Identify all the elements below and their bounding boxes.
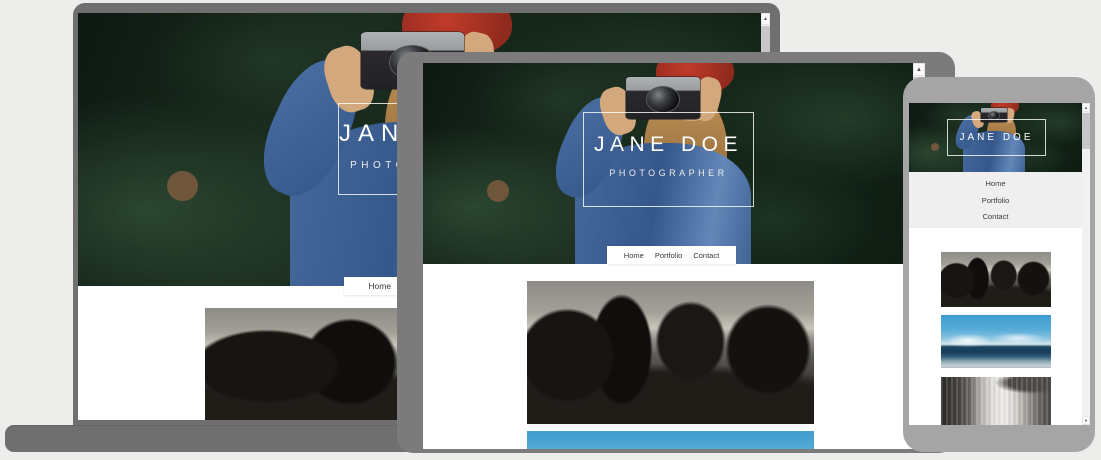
- tablet-hero-titlebox: JANE DOE PHOTOGRAPHER: [583, 112, 754, 207]
- site-title: JANE DOE: [584, 133, 753, 157]
- gallery-image-seascape-rocks[interactable]: [527, 281, 814, 424]
- nav-link-portfolio[interactable]: Portfolio: [655, 251, 683, 260]
- scroll-up-button[interactable]: ▲: [761, 13, 770, 25]
- gallery-image-seascape-rocks[interactable]: [941, 252, 1051, 307]
- nav-link-contact[interactable]: Contact: [693, 251, 719, 260]
- pinecone: [931, 143, 939, 151]
- site-subtitle: PHOTOGRAPHER: [584, 168, 753, 178]
- site-title: JANE DOE: [959, 132, 1033, 143]
- nav-link-portfolio[interactable]: Portfolio: [982, 196, 1010, 205]
- nav-link-contact[interactable]: Contact: [983, 212, 1009, 221]
- nav-link-home[interactable]: Home: [985, 179, 1005, 188]
- scroll-up-button[interactable]: ▲: [1082, 103, 1090, 112]
- scrollbar-track[interactable]: [1082, 149, 1090, 416]
- scroll-down-button[interactable]: ▼: [1082, 416, 1090, 425]
- phone-navbar: Home Portfolio Contact: [909, 172, 1082, 228]
- phone-scrollbar[interactable]: ▲ ▼: [1082, 103, 1090, 425]
- pinecone: [487, 180, 509, 202]
- pinecone: [167, 171, 198, 201]
- responsive-preview-stage: JANE DOE PHOTOGRAPHER Home Portfolio Con…: [0, 0, 1101, 460]
- gallery-image-ocean-horizon[interactable]: [527, 431, 814, 449]
- nav-link-home[interactable]: Home: [368, 281, 391, 291]
- scroll-up-button[interactable]: ▲: [913, 63, 925, 76]
- tablet-navbar: Home Portfolio Contact: [607, 246, 736, 264]
- tablet-screen: JANE DOE PHOTOGRAPHER Home Portfolio Con…: [423, 63, 925, 449]
- phone-screen: JANE DOE Home Portfolio Contact ▲ ▼: [909, 103, 1090, 425]
- phone-hero-titlebox: JANE DOE: [947, 119, 1046, 156]
- nav-link-home[interactable]: Home: [624, 251, 644, 260]
- scrollbar-thumb[interactable]: [1082, 113, 1090, 149]
- camera-lens: [646, 86, 680, 112]
- gallery-image-waterfall-black-white[interactable]: [941, 377, 1051, 425]
- gallery-image-ocean-horizon[interactable]: [941, 315, 1051, 368]
